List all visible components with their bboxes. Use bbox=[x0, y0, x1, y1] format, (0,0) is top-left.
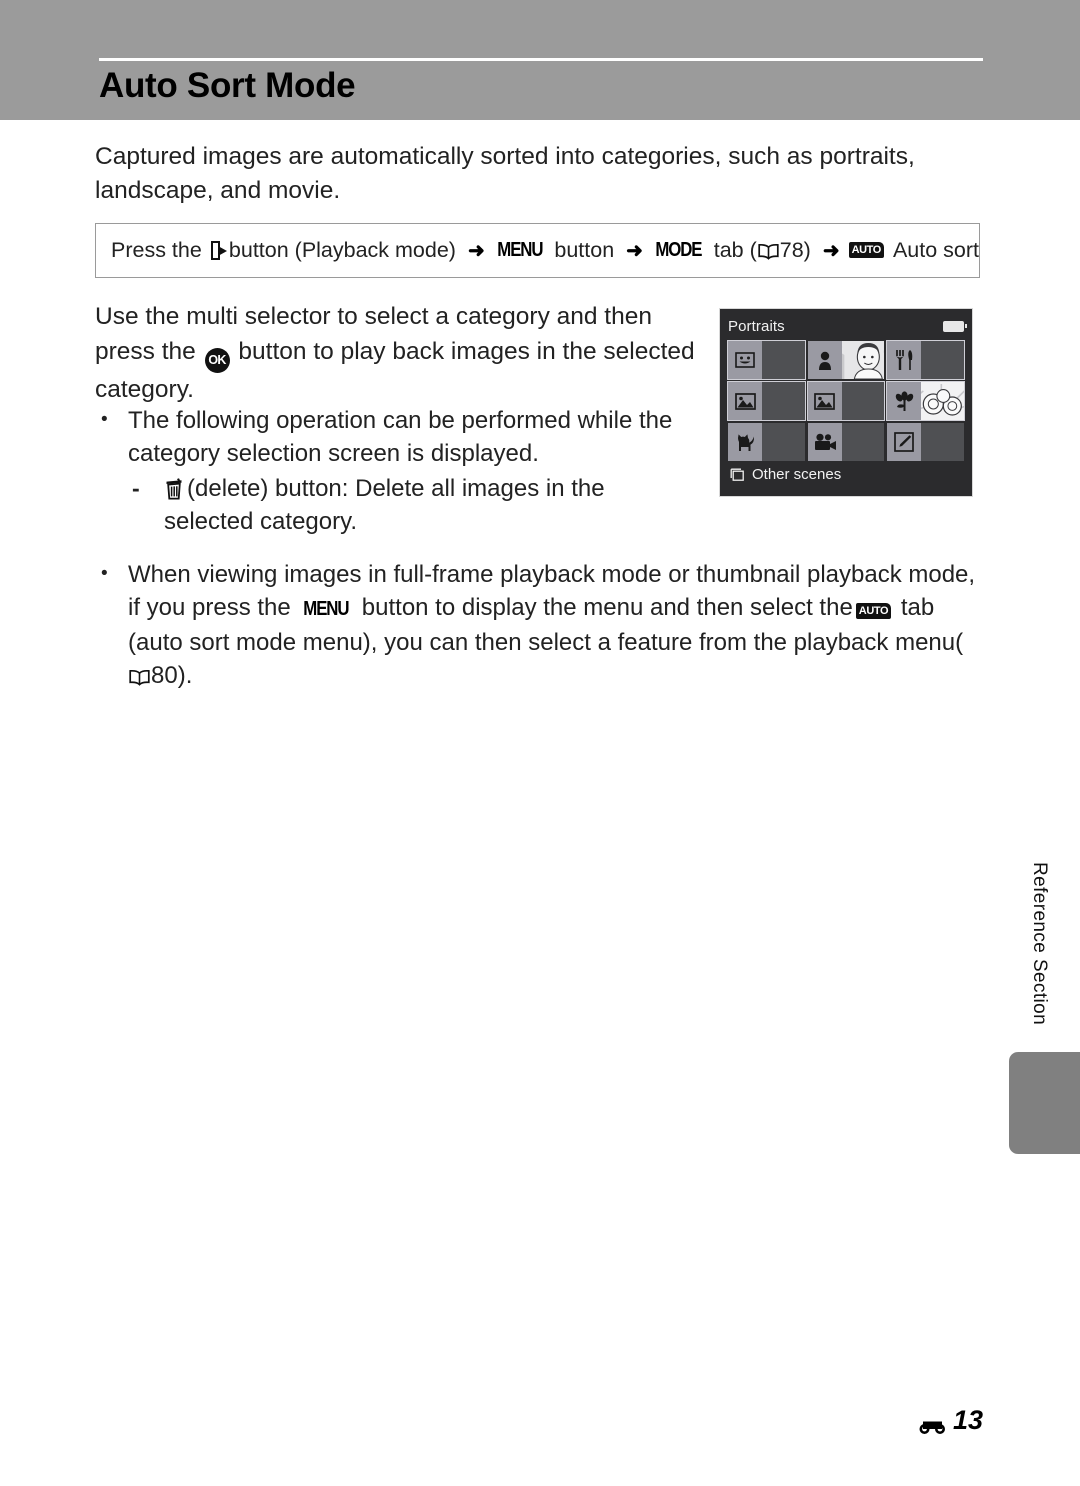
cat-icon bbox=[738, 434, 755, 451]
subbullet1-text: (delete) button: Delete all images in th… bbox=[164, 475, 605, 535]
arrow-right-icon: ➜ bbox=[467, 240, 485, 262]
food-category[interactable] bbox=[886, 340, 965, 380]
nav-prefix-text: Press the bbox=[111, 238, 202, 262]
retouched-category[interactable] bbox=[887, 423, 964, 461]
page-number: 13 bbox=[952, 1405, 983, 1435]
auto-sort-icon: AUTO bbox=[848, 241, 884, 258]
lcd-category-title: Portraits bbox=[728, 317, 785, 335]
night-landscape-thumb bbox=[807, 382, 842, 420]
e-section-icon bbox=[918, 1412, 950, 1434]
reference-section-label: Reference Section bbox=[1029, 862, 1050, 1026]
pet-portrait-category[interactable] bbox=[728, 423, 805, 461]
header-rule bbox=[99, 58, 983, 61]
ok-button-icon: OK bbox=[204, 347, 230, 373]
bullet2-part2: button to display the menu and then sele… bbox=[361, 594, 853, 621]
page-header-band: Auto Sort Mode bbox=[0, 0, 1080, 120]
nav-after-mode-text: tab bbox=[713, 238, 744, 262]
ref-page-78: 78) bbox=[779, 238, 811, 262]
mode-icon: MODE bbox=[655, 239, 702, 261]
flower-photo-art bbox=[907, 382, 964, 420]
main-instruction-paragraph: Use the multi selector to select a categ… bbox=[95, 300, 705, 407]
person-icon bbox=[818, 351, 831, 370]
portraits-category[interactable] bbox=[807, 341, 885, 379]
close-up-category[interactable] bbox=[886, 381, 965, 421]
menu-icon-2: MENU bbox=[303, 598, 350, 620]
person-thumb bbox=[807, 341, 842, 379]
nav-after-menu-text: button bbox=[554, 238, 615, 262]
lcd-footer[interactable]: Other scenes bbox=[728, 466, 964, 483]
ref-page-80: 80). bbox=[151, 662, 193, 689]
nav-after-auto-text: Auto sort bbox=[892, 238, 979, 262]
movie-category[interactable] bbox=[807, 423, 885, 461]
auto-sort-icon-2: AUTO bbox=[855, 603, 892, 619]
cutlery-icon bbox=[896, 350, 913, 370]
trash-icon bbox=[164, 476, 184, 500]
navigation-path-box: Press the button (Playback mode) ➜ MENU b… bbox=[95, 223, 980, 278]
landscape-thumb bbox=[728, 382, 762, 420]
landscape-category[interactable] bbox=[727, 381, 806, 421]
smile-icon bbox=[735, 352, 755, 368]
section-thumb-tab bbox=[1009, 1052, 1080, 1154]
smile-thumb bbox=[728, 341, 762, 379]
portrait-photo-art bbox=[827, 341, 885, 379]
sub-list-item: (delete) button: Delete all images in th… bbox=[128, 472, 688, 538]
page-footer: 13 bbox=[918, 1405, 983, 1436]
page-title: Auto Sort Mode bbox=[99, 66, 356, 105]
movie-thumb bbox=[807, 423, 842, 461]
book-icon-2 bbox=[129, 669, 150, 686]
movie-camera-icon bbox=[814, 433, 836, 450]
night-landscape-category[interactable] bbox=[806, 381, 886, 421]
book-icon bbox=[758, 243, 779, 260]
arrow-right-icon-2: ➜ bbox=[626, 240, 643, 262]
menu-icon: MENU bbox=[497, 239, 543, 261]
list-item-2: When viewing images in full-frame playba… bbox=[95, 557, 985, 692]
retouch-icon bbox=[894, 432, 915, 452]
intro-paragraph: Captured images are automatically sorted… bbox=[95, 143, 915, 204]
pet-thumb bbox=[728, 423, 762, 461]
retouch-thumb bbox=[887, 423, 922, 461]
landscape-icon bbox=[734, 392, 756, 410]
food-thumb bbox=[887, 341, 922, 379]
arrow-right-icon-3: ➜ bbox=[822, 240, 840, 262]
flower-thumb bbox=[887, 382, 922, 420]
stack-icon bbox=[730, 468, 745, 481]
smile-category[interactable] bbox=[727, 340, 806, 380]
list-item: The following operation can be performed… bbox=[95, 403, 705, 538]
nav-after-play-text: button (Playback mode) bbox=[228, 238, 456, 262]
lcd-header: Portraits bbox=[728, 315, 967, 337]
ref-paren-open-2: ( bbox=[955, 629, 964, 656]
other-scenes-label: Other scenes bbox=[752, 466, 842, 483]
flower-icon bbox=[895, 391, 914, 411]
camera-lcd-illustration: Portraits Other scenes bbox=[719, 308, 973, 497]
playback-icon bbox=[210, 241, 228, 260]
night-landscape-icon bbox=[814, 392, 836, 410]
bullet1-text: The following operation can be performed… bbox=[128, 407, 673, 467]
battery-icon bbox=[943, 320, 967, 332]
category-grid bbox=[727, 340, 965, 461]
ref-paren-open: ( bbox=[749, 238, 757, 262]
